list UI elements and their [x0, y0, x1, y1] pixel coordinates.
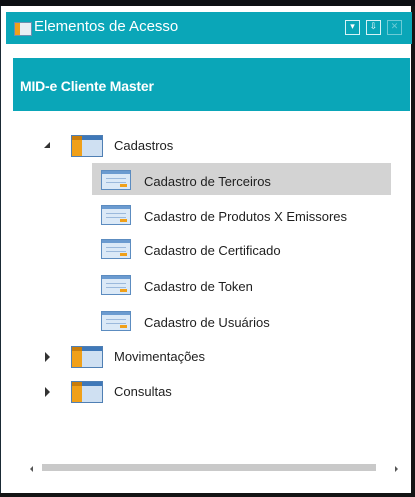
tree-item-label: Cadastro de Produtos X Emissores [144, 209, 348, 224]
tree-item-label: Cadastro de Terceiros [144, 174, 271, 189]
form-icon [101, 205, 131, 225]
panel-titlebar[interactable]: Elementos de Acesso ▾ ⇩ ✕ [6, 12, 412, 44]
form-icon [101, 311, 131, 331]
group-folder-icon [71, 135, 103, 157]
tree-item-label: Cadastro de Usuários [144, 315, 270, 330]
pin-icon[interactable]: ⇩ [366, 20, 381, 35]
panel-title: Elementos de Acesso [34, 18, 179, 35]
scroll-left-arrow-icon[interactable] [30, 466, 33, 472]
collapsed-arrow-icon[interactable] [45, 352, 50, 362]
form-icon [101, 275, 131, 295]
tree-group-label: Consultas [114, 384, 172, 399]
tree-group-label: Movimentações [114, 349, 206, 364]
tree-item-label: Cadastro de Certificado [144, 243, 281, 258]
scroll-right-arrow-icon[interactable] [395, 466, 398, 472]
collapsed-arrow-icon[interactable] [45, 387, 50, 397]
expanded-arrow-icon[interactable] [44, 142, 50, 148]
client-header-title: MID-e Cliente Master [20, 78, 154, 94]
panel-app-icon [14, 22, 32, 36]
group-folder-icon [71, 381, 103, 403]
horizontal-scrollbar[interactable] [30, 464, 398, 474]
group-folder-icon [71, 346, 103, 368]
close-icon[interactable]: ✕ [387, 20, 402, 35]
tree-group-label: Cadastros [114, 138, 174, 153]
form-icon [101, 170, 131, 190]
tree-item-label: Cadastro de Token [144, 279, 253, 294]
scrollbar-thumb[interactable] [42, 464, 376, 471]
client-header: MID-e Cliente Master [13, 58, 410, 111]
form-icon [101, 239, 131, 259]
dropdown-icon[interactable]: ▾ [345, 20, 360, 35]
panel-bottom-border [0, 493, 415, 497]
